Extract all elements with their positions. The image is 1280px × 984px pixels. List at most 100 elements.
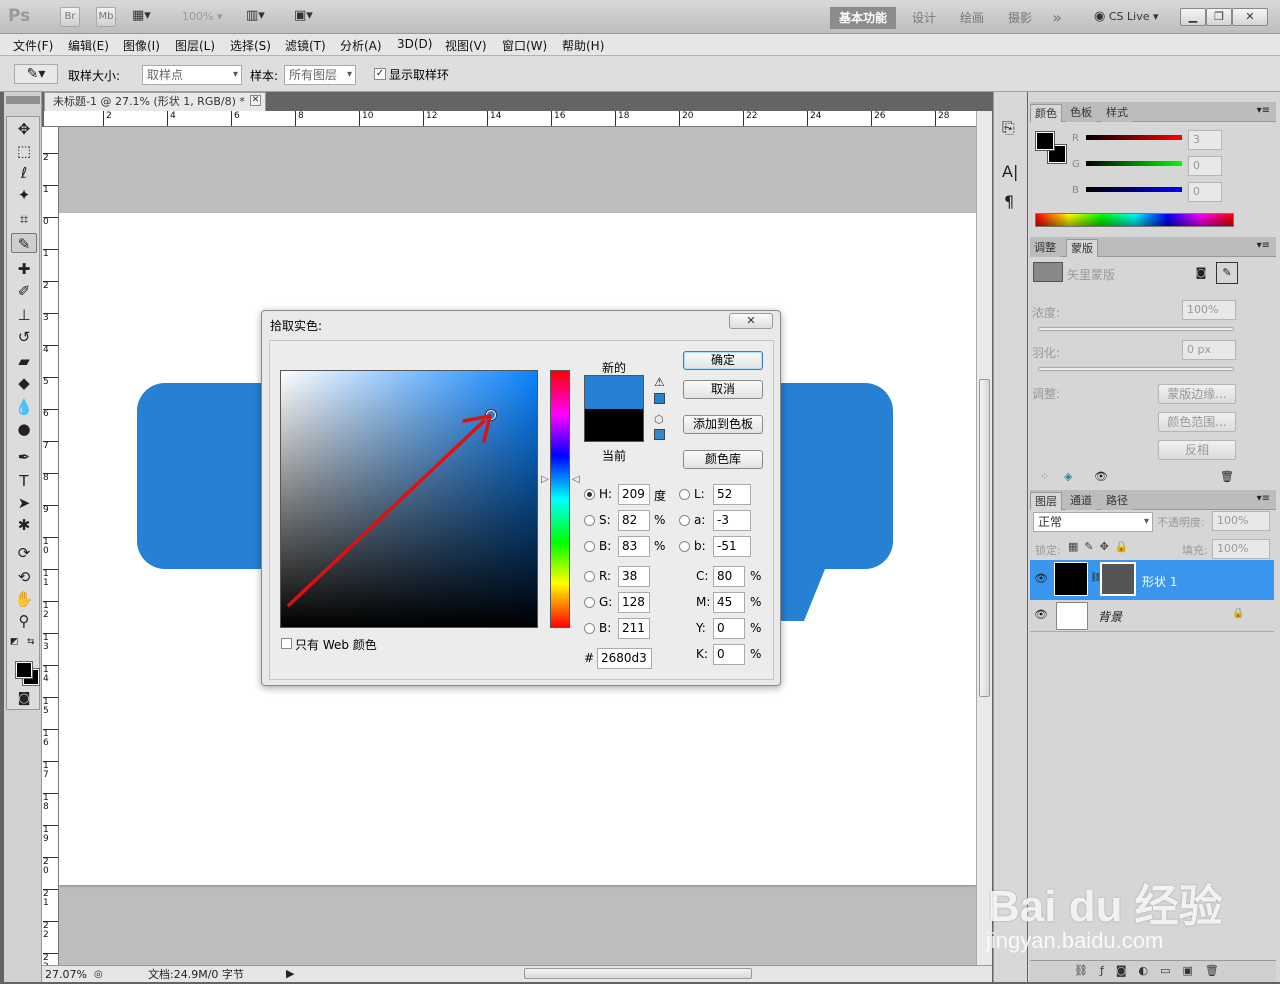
g-slider[interactable] xyxy=(1086,161,1182,166)
web-colors-only-checkbox[interactable] xyxy=(281,638,292,649)
blend-mode-select[interactable]: 正常 xyxy=(1033,512,1153,532)
layer-name[interactable]: 形状 1 xyxy=(1142,573,1177,590)
tab-color[interactable]: 颜色 xyxy=(1030,104,1062,122)
s-radio[interactable] xyxy=(584,515,595,526)
l-field[interactable]: 52 xyxy=(713,484,751,505)
workspace-photography[interactable]: 摄影 xyxy=(1000,7,1040,29)
opacity-field[interactable]: 100% xyxy=(1212,511,1270,531)
show-sampling-ring-checkbox[interactable]: ✓ xyxy=(374,68,386,80)
layer-visibility-icon[interactable]: 👁 xyxy=(1034,608,1048,621)
zoom-tool-icon[interactable]: ⚲ xyxy=(11,611,37,631)
eraser-tool-icon[interactable]: ▰ xyxy=(11,351,37,371)
document-tab[interactable]: 未标题-1 @ 27.1% (形状 1, RGB/8) * ✕ xyxy=(44,92,266,111)
blur-tool-icon[interactable]: 💧 xyxy=(11,397,37,417)
shape-tool-icon[interactable]: ✱ xyxy=(11,515,37,535)
zoom-percentage[interactable]: 27.07% xyxy=(45,967,87,982)
menu-view[interactable]: 视图(V) xyxy=(445,37,487,54)
menu-file[interactable]: 文件(F) xyxy=(13,37,53,54)
hex-field[interactable]: 2680d3 xyxy=(597,648,652,669)
add-vector-mask-icon[interactable]: ✎ xyxy=(1216,262,1238,284)
m-field[interactable]: 45 xyxy=(713,592,745,613)
close-button[interactable]: ✕ xyxy=(1232,8,1268,26)
color-panel-foreground[interactable] xyxy=(1035,131,1055,151)
menu-analysis[interactable]: 分析(A) xyxy=(340,37,382,54)
feather-field[interactable]: 0 px xyxy=(1182,340,1236,360)
type-tool-icon[interactable]: T xyxy=(11,471,37,491)
ok-button[interactable]: 确定 xyxy=(683,351,763,370)
r-slider[interactable] xyxy=(1086,135,1182,140)
a-radio[interactable] xyxy=(679,515,690,526)
gamut-color-swatch[interactable] xyxy=(654,393,665,404)
add-pixel-mask-icon[interactable]: ◙ xyxy=(1192,264,1210,282)
mask-panel-menu-icon[interactable]: ▾≡ xyxy=(1257,240,1270,251)
healing-brush-tool-icon[interactable]: ✚ xyxy=(11,259,37,279)
hand-tool-icon[interactable]: ✋ xyxy=(11,589,37,609)
3d-rotate-tool-icon[interactable]: ⟳ xyxy=(11,543,37,563)
menu-filter[interactable]: 滤镜(T) xyxy=(285,37,326,54)
color-libraries-button[interactable]: 颜色库 xyxy=(683,450,763,469)
restore-button[interactable]: ❐ xyxy=(1206,8,1232,26)
view-extras-button[interactable]: ▦▾ xyxy=(132,8,166,26)
brightness-radio[interactable] xyxy=(584,541,595,552)
lab-b-field[interactable]: -51 xyxy=(713,536,751,557)
tab-masks[interactable]: 蒙版 xyxy=(1066,239,1098,257)
layer-name[interactable]: 背景 xyxy=(1098,608,1122,625)
cancel-button[interactable]: 取消 xyxy=(683,380,763,399)
path-selection-tool-icon[interactable]: ➤ xyxy=(11,493,37,513)
lock-options-icons[interactable]: ▦✎✥🔒 xyxy=(1068,540,1135,553)
workspace-essentials[interactable]: 基本功能 xyxy=(830,7,896,29)
vertical-scroll-thumb[interactable] xyxy=(979,379,990,697)
mask-edge-button[interactable]: 蒙版边缘... xyxy=(1158,384,1236,404)
quick-mask-icon[interactable]: ◙ xyxy=(11,689,37,709)
character-panel-icon[interactable]: A| xyxy=(1002,162,1018,181)
load-selection-icon[interactable]: ⁘ xyxy=(1040,470,1049,483)
lab-b-radio[interactable] xyxy=(679,541,690,552)
color-spectrum-bar[interactable] xyxy=(1035,213,1234,227)
layer-actions-icons[interactable]: ⛓ƒ◙◐▭▣🗑 xyxy=(1074,964,1231,977)
bridge-button[interactable]: Br xyxy=(60,7,80,27)
default-colors-icon[interactable]: ◩ xyxy=(10,637,19,647)
current-color-swatch[interactable] xyxy=(584,409,644,442)
sample-layers-select[interactable]: 所有图层 xyxy=(284,65,356,85)
add-to-swatches-button[interactable]: 添加到色板 xyxy=(683,415,763,434)
layer-row-background[interactable]: 👁 背景 🔒 xyxy=(1030,600,1274,632)
hue-slider[interactable] xyxy=(550,370,570,628)
screen-mode-button[interactable]: ▣▾ xyxy=(294,8,328,23)
fill-field[interactable]: 100% xyxy=(1212,539,1270,559)
r-field[interactable]: 38 xyxy=(618,566,650,587)
r-value-field[interactable]: 3 xyxy=(1188,130,1222,150)
s-field[interactable]: 82 xyxy=(618,510,650,531)
invert-button[interactable]: 反相 xyxy=(1158,440,1236,460)
status-menu-arrow-icon[interactable]: ▶ xyxy=(286,966,294,981)
minimize-button[interactable]: ▁ xyxy=(1180,8,1206,26)
tab-styles[interactable]: 样式 xyxy=(1102,104,1132,122)
feather-slider[interactable] xyxy=(1038,367,1234,371)
layer-row-shape[interactable]: 👁 ⛓ 形状 1 xyxy=(1030,560,1274,600)
r-radio[interactable] xyxy=(584,571,595,582)
a-field[interactable]: -3 xyxy=(713,510,751,531)
density-field[interactable]: 100% xyxy=(1182,300,1236,320)
brush-tool-icon[interactable]: ✐ xyxy=(11,281,37,301)
web-safe-warning-icon[interactable]: ⬡ xyxy=(654,413,664,426)
l-radio[interactable] xyxy=(679,489,690,500)
delete-mask-icon[interactable]: 🗑 xyxy=(1220,470,1234,483)
horizontal-scroll-thumb[interactable] xyxy=(524,968,752,979)
g-radio[interactable] xyxy=(584,597,595,608)
tool-preset-picker[interactable]: ✎▾ xyxy=(14,64,58,84)
b-value-field[interactable]: 0 xyxy=(1188,182,1222,202)
eyedropper-tool-icon[interactable]: ✎ xyxy=(11,233,37,253)
menu-select[interactable]: 选择(S) xyxy=(230,37,271,54)
b-field[interactable]: 211 xyxy=(618,618,650,639)
g-field[interactable]: 128 xyxy=(618,592,650,613)
tab-layers[interactable]: 图层 xyxy=(1030,492,1062,510)
layers-panel-menu-icon[interactable]: ▾≡ xyxy=(1257,493,1270,504)
menu-window[interactable]: 窗口(W) xyxy=(502,37,547,54)
paint-bucket-tool-icon[interactable]: ◆ xyxy=(11,373,37,393)
vertical-scrollbar[interactable] xyxy=(976,111,992,965)
saturation-brightness-field[interactable] xyxy=(280,370,538,628)
sample-size-select[interactable]: 取样点 xyxy=(142,65,242,85)
color-range-button[interactable]: 颜色范围... xyxy=(1158,412,1236,432)
quick-select-tool-icon[interactable]: ✦ xyxy=(11,185,37,205)
web-safe-color-swatch[interactable] xyxy=(654,429,665,440)
mask-visibility-icon[interactable]: 👁 xyxy=(1094,470,1108,483)
